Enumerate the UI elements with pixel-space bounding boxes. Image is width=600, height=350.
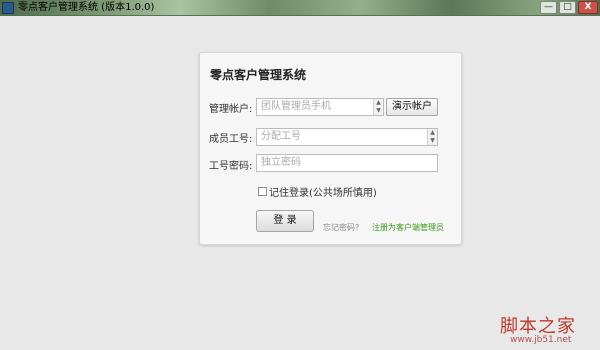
maximize-button[interactable]: □ [559,1,576,14]
spinner-up-icon[interactable]: ▲ [428,129,437,137]
password-label: 工号密码: [209,161,253,172]
window-title: 零点客户管理系统 (版本1.0.0) [18,2,155,13]
member-id-label: 成员工号: [209,134,253,145]
password-placeholder: 独立密码 [261,157,301,168]
close-button[interactable]: X [578,1,598,14]
spinner-down-icon[interactable]: ▼ [428,137,437,145]
account-input[interactable]: 团队管理员手机 ▲ ▼ [256,98,384,116]
title-bar: 零点客户管理系统 (版本1.0.0) — □ X [0,0,600,16]
account-placeholder: 团队管理员手机 [261,101,331,112]
member-id-spinner[interactable]: ▲ ▼ [427,129,437,145]
remember-checkbox[interactable] [258,187,267,196]
account-label: 管理帐户: [209,104,253,115]
spinner-up-icon[interactable]: ▲ [374,99,383,107]
remember-label[interactable]: 记住登录(公共场所慎用) [269,184,377,199]
member-id-placeholder: 分配工号 [261,131,301,142]
register-admin-link[interactable]: 注册为客户端管理员 [372,222,444,233]
demo-account-button[interactable]: 演示帐户 [386,98,438,116]
password-input[interactable]: 独立密码 [256,154,438,172]
login-button[interactable]: 登 录 [256,210,314,232]
forgot-password-link[interactable]: 忘记密码? [323,222,359,233]
watermark-url: www.jb51.net [510,335,572,345]
login-panel: 零点客户管理系统 管理帐户: 团队管理员手机 ▲ ▼ 演示帐户 成员工号: 分配… [199,52,462,245]
minimize-button[interactable]: — [540,1,557,14]
member-id-input[interactable]: 分配工号 ▲ ▼ [256,128,438,146]
app-icon [2,2,14,14]
account-spinner[interactable]: ▲ ▼ [373,99,383,115]
spinner-down-icon[interactable]: ▼ [374,107,383,115]
login-title: 零点客户管理系统 [210,68,307,82]
